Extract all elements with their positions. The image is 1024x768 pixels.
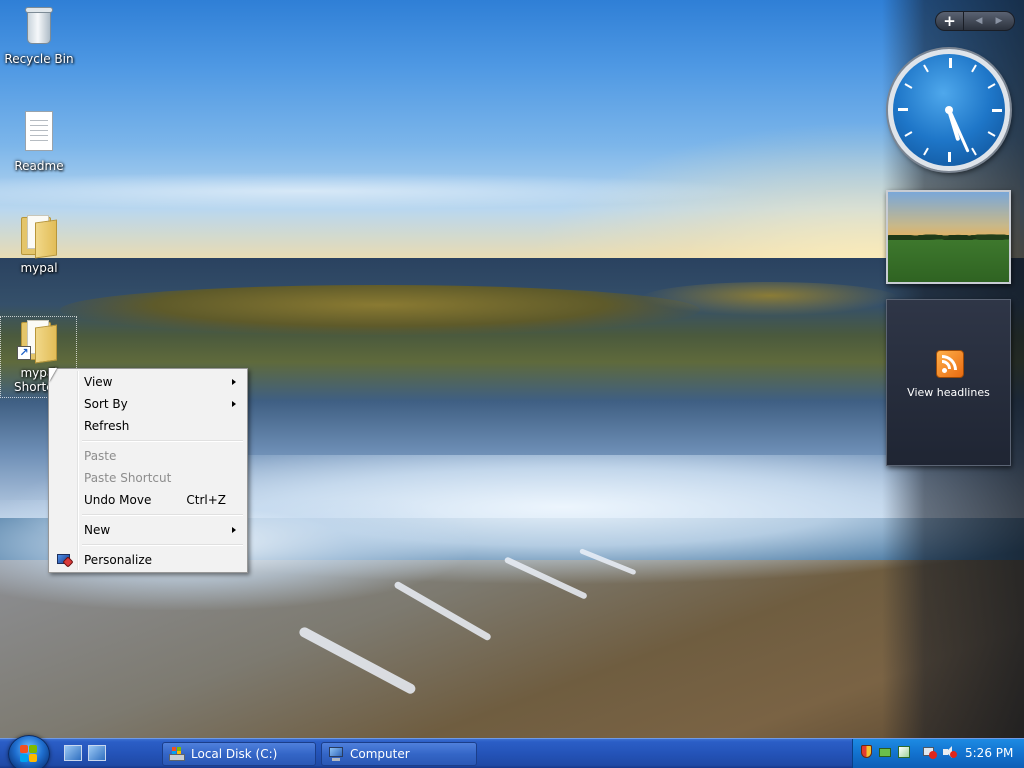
folder-shortcut-icon: ↗: [17, 318, 59, 364]
menu-item-label: Undo Move: [84, 493, 152, 507]
taskbar-button-local-disk[interactable]: Local Disk (C:): [162, 742, 316, 766]
clock-tick: [949, 58, 952, 68]
windows-update-icon[interactable]: [897, 745, 911, 759]
previous-page-button[interactable]: ◀: [970, 12, 988, 30]
add-gadget-button[interactable]: +: [936, 12, 964, 30]
menu-item-label: Refresh: [84, 419, 130, 433]
feed-headlines-gadget[interactable]: View headlines: [886, 299, 1011, 466]
start-button[interactable]: [8, 735, 50, 768]
drive-icon: [169, 746, 185, 762]
clock-tick: [904, 83, 913, 89]
menu-item-shortcut: Ctrl+Z: [186, 493, 226, 507]
clock-tick: [987, 83, 996, 89]
menu-item-sort-by[interactable]: Sort By: [51, 393, 245, 415]
show-desktop-icon[interactable]: [64, 745, 82, 761]
clock-tick: [904, 131, 913, 137]
menu-item-label: Paste: [84, 449, 117, 463]
menu-item-label: Paste Shortcut: [84, 471, 172, 485]
shortcut-arrow-icon: ↗: [17, 346, 31, 360]
menu-separator: [51, 437, 245, 445]
menu-separator: [51, 511, 245, 519]
mouse-cursor-icon: [49, 368, 57, 382]
clock-tick: [923, 64, 929, 73]
menu-item-personalize[interactable]: Personalize: [51, 549, 245, 571]
taskbar: Local Disk (C:) Computer 5:26 PM: [0, 735, 1024, 768]
wallpaper-wave: [640, 282, 900, 316]
computer-icon: [328, 746, 344, 762]
switch-windows-icon[interactable]: [88, 745, 106, 761]
taskbar-clock[interactable]: 5:26 PM: [965, 739, 1013, 768]
clock-center: [945, 106, 953, 114]
network-icon[interactable]: [878, 745, 892, 759]
security-shield-icon[interactable]: [859, 745, 873, 759]
clock-minute-hand: [948, 109, 970, 153]
clock-tick: [987, 131, 996, 137]
menu-item-new[interactable]: New: [51, 519, 245, 541]
desktop-icon-readme[interactable]: Readme: [1, 111, 77, 173]
menu-item-paste-shortcut: Paste Shortcut: [51, 467, 245, 489]
desktop-icon-label: Recycle Bin: [4, 52, 74, 66]
network-status-icon[interactable]: [923, 745, 937, 759]
menu-item-label: New: [84, 523, 111, 537]
desktop-icon-mypal[interactable]: mypal: [1, 213, 77, 275]
windows-logo-icon: [20, 745, 38, 763]
personalize-icon: [56, 552, 74, 568]
clock-tick: [971, 64, 977, 73]
clock-tick: [923, 147, 929, 156]
folder-icon: [19, 213, 59, 259]
desktop-context-menu: View Sort By Refresh Paste Paste Shortcu…: [48, 368, 248, 573]
submenu-arrow-icon: [232, 401, 236, 407]
next-page-button[interactable]: ▶: [990, 12, 1008, 30]
text-document-icon: [19, 111, 59, 155]
menu-item-refresh[interactable]: Refresh: [51, 415, 245, 437]
menu-item-paste: Paste: [51, 445, 245, 467]
menu-item-label: View: [84, 375, 113, 389]
sidebar-toolbar: + ◀ ▶: [935, 11, 1015, 31]
view-headlines-link[interactable]: View headlines: [887, 386, 1010, 399]
taskbar-button-label: Computer: [350, 747, 410, 761]
wallpaper-clouds: [0, 172, 760, 210]
menu-item-view[interactable]: View: [51, 371, 245, 393]
clock-tick: [992, 109, 1002, 112]
desktop-icon-label: mypal: [20, 261, 58, 275]
taskbar-button-computer[interactable]: Computer: [321, 742, 477, 766]
rss-feed-icon: [936, 350, 964, 378]
recycle-bin-icon: [19, 4, 59, 48]
submenu-arrow-icon: [232, 527, 236, 533]
clock-gadget[interactable]: [888, 49, 1010, 171]
volume-muted-icon[interactable]: [942, 745, 957, 759]
menu-item-label: Personalize: [84, 553, 153, 567]
menu-separator: [51, 541, 245, 549]
clock-tick: [898, 108, 908, 111]
slideshow-gadget[interactable]: [886, 190, 1011, 284]
taskbar-button-label: Local Disk (C:): [191, 747, 278, 761]
wallpaper-wave: [60, 285, 700, 335]
clock-tick: [971, 147, 977, 156]
notification-area: 5:26 PM: [852, 739, 1024, 768]
slideshow-photo-field: [888, 236, 1009, 282]
desktop-icon-recycle-bin[interactable]: Recycle Bin: [1, 4, 77, 66]
menu-item-label: Sort By: [84, 397, 128, 411]
submenu-arrow-icon: [232, 379, 236, 385]
menu-item-undo-move[interactable]: Undo Move Ctrl+Z: [51, 489, 245, 511]
slideshow-photo-trees: [888, 226, 1009, 240]
clock-tick: [948, 152, 951, 162]
desktop-icon-label: Readme: [14, 159, 64, 173]
